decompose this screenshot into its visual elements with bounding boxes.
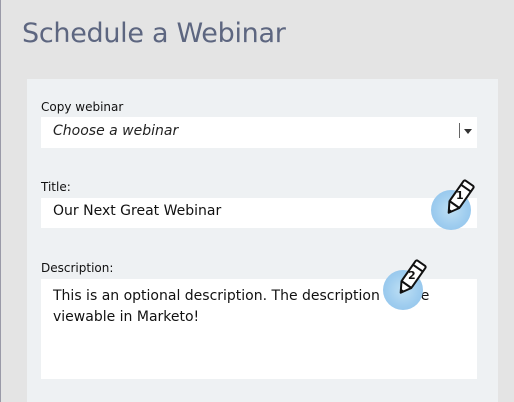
callout-marker-2: 2 — [379, 258, 439, 310]
copy-webinar-select[interactable]: Choose a webinar — [41, 117, 477, 148]
page-title: Schedule a Webinar — [22, 18, 286, 49]
marker-number: 2 — [408, 269, 416, 282]
copy-webinar-selected-value: Choose a webinar — [53, 123, 179, 139]
marker-number: 1 — [456, 189, 464, 202]
webinar-form: Copy webinar Choose a webinar Title: Our… — [27, 79, 498, 402]
title-input[interactable]: Our Next Great Webinar — [41, 198, 477, 228]
chevron-down-icon[interactable] — [464, 129, 472, 134]
title-label: Title: — [41, 180, 71, 194]
description-label: Description: — [41, 261, 114, 275]
schedule-webinar-page: Schedule a Webinar Copy webinar Choose a… — [0, 0, 514, 402]
copy-webinar-label: Copy webinar — [41, 100, 124, 114]
select-divider — [459, 123, 460, 138]
callout-marker-1: 1 — [427, 178, 487, 230]
